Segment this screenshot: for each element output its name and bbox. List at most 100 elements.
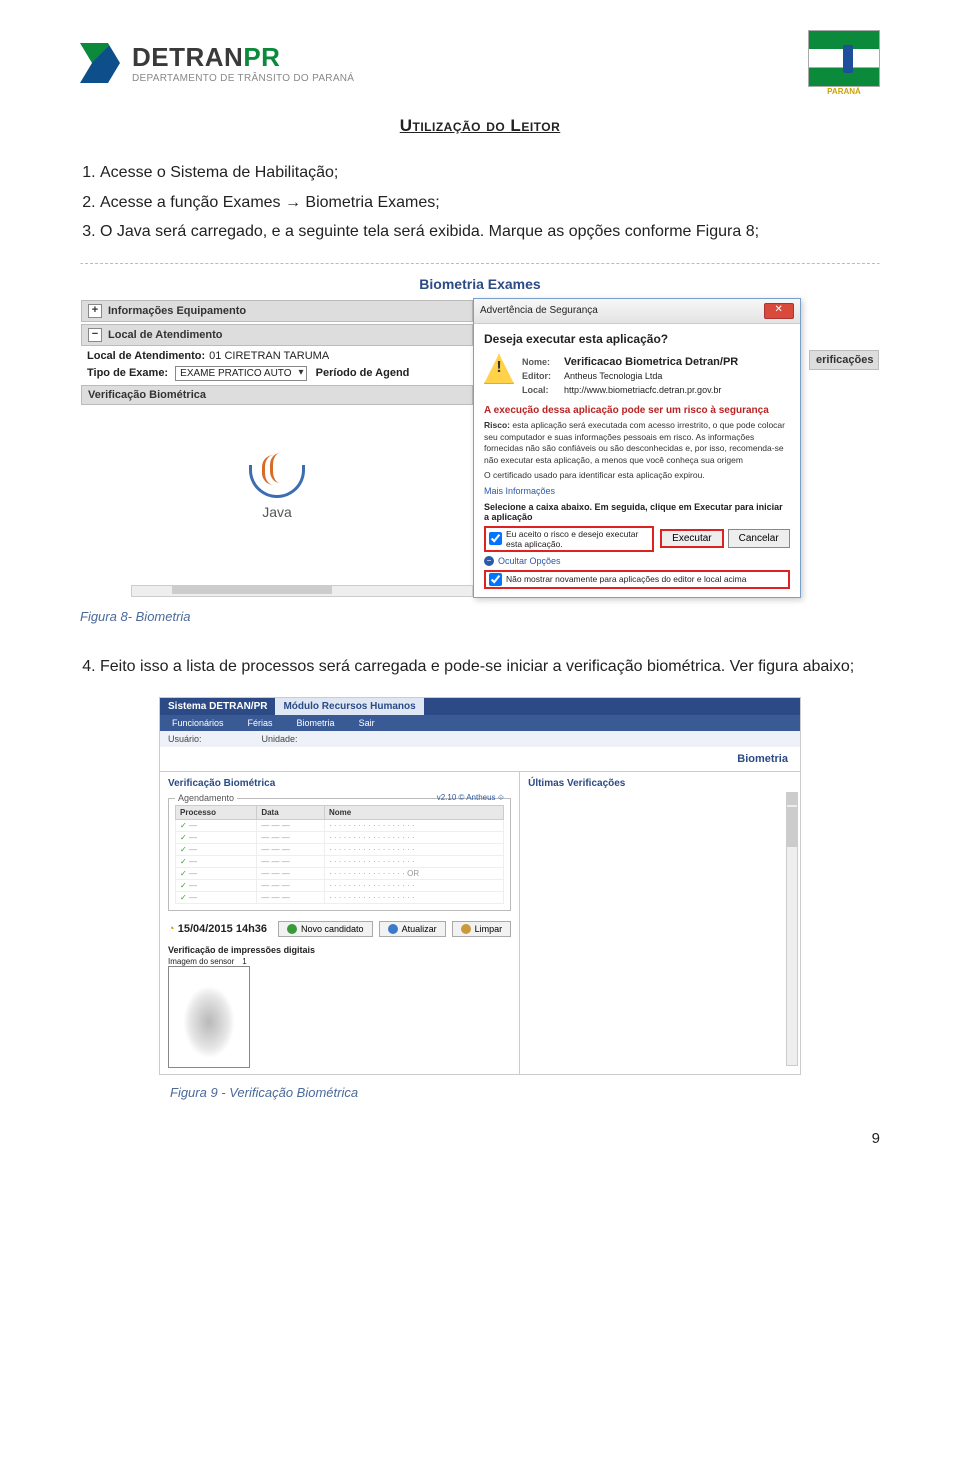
tab-sair[interactable]: Sair <box>347 715 387 731</box>
left-col-header: Verificação Biométrica <box>168 778 511 789</box>
brand-subtitle: DEPARTAMENTO DE TRÂNSITO DO PARANÁ <box>132 73 354 84</box>
list-item: O Java será carregado, e a seguinte tela… <box>100 219 880 245</box>
close-button[interactable]: ✕ <box>764 303 794 319</box>
process-table: Processo Data Nome —— — —· · · · · · · ·… <box>175 805 504 904</box>
clock-icon: ◔ <box>168 923 175 935</box>
vertical-scrollbar[interactable] <box>786 792 798 1066</box>
java-security-dialog: Advertência de Segurança ✕ Deseja execut… <box>473 298 801 598</box>
main-tabs: Funcionários Férias Biometria Sair <box>160 715 800 731</box>
dont-show-checkbox[interactable]: Não mostrar novamente para aplicações do… <box>484 570 790 589</box>
fieldset-legend: Agendamento <box>175 793 237 803</box>
doc-header: DETRANPR DEPARTAMENTO DE TRÂNSITO DO PAR… <box>80 30 880 96</box>
table-row[interactable]: —— — —· · · · · · · · · · · · · · · · · … <box>176 820 504 832</box>
cancel-button[interactable]: Cancelar <box>728 529 790 548</box>
list-item: Acesse a função Exames → Biometria Exame… <box>100 190 880 216</box>
horizontal-scrollbar[interactable] <box>131 585 473 597</box>
risk-label: Risco: <box>484 420 510 430</box>
select-instruction: Selecione a caixa abaixo. Em seguida, cl… <box>484 502 790 522</box>
execute-button[interactable]: Executar <box>660 529 723 548</box>
page-number: 9 <box>80 1130 880 1147</box>
section-label: Informações Equipamento <box>108 305 246 317</box>
refresh-icon <box>388 924 398 934</box>
java-cup-icon <box>249 465 305 498</box>
tab-ferias[interactable]: Férias <box>236 715 285 731</box>
app-titlebar: Sistema DETRAN/PR Módulo Recursos Humano… <box>160 698 800 715</box>
right-col-header: Últimas Verificações <box>528 778 792 789</box>
tab-funcionarios[interactable]: Funcionários <box>160 715 236 731</box>
table-row[interactable]: —— — —· · · · · · · · · · · · · · · · OR <box>176 868 504 880</box>
table-row[interactable]: —— — —· · · · · · · · · · · · · · · · · … <box>176 844 504 856</box>
unit-label: Unidade: <box>262 734 298 744</box>
button-label: Novo candidato <box>301 924 364 934</box>
checkbox-input[interactable] <box>489 573 502 586</box>
section-label: Local de Atendimento <box>108 329 223 341</box>
button-label: Limpar <box>475 924 503 934</box>
name-label: Nome: <box>522 356 564 370</box>
app-page-title: Biometria <box>160 747 800 771</box>
antheus-icon: ⟐ <box>498 793 504 802</box>
collapse-icon[interactable]: − <box>88 328 102 342</box>
expand-icon[interactable]: + <box>88 304 102 318</box>
table-row[interactable]: —— — —· · · · · · · · · · · · · · · · · … <box>176 856 504 868</box>
tipo-label: Tipo de Exame: <box>87 367 168 379</box>
more-info-link[interactable]: Mais Informações <box>484 486 790 496</box>
app-name: Verificacao Biometrica Detran/PR <box>564 356 738 368</box>
link-label: Ocultar Opções <box>498 556 561 566</box>
collapse-icon: − <box>484 556 494 566</box>
risk-warning: A execução dessa aplicação pode ser um r… <box>484 405 790 416</box>
brand-text: DETRAN <box>132 42 243 72</box>
brand-accent: PR <box>243 42 280 72</box>
accept-risk-checkbox[interactable]: Eu aceito o risco e desejo executar esta… <box>484 526 654 552</box>
table-row[interactable]: —— — —· · · · · · · · · · · · · · · · · … <box>176 880 504 892</box>
dialog-question: Deseja executar esta aplicação? <box>484 332 790 346</box>
warning-icon <box>484 354 514 384</box>
detran-logo: DETRANPR DEPARTAMENTO DE TRÂNSITO DO PAR… <box>80 42 354 84</box>
list-item: Feito isso a lista de processos será car… <box>100 654 880 680</box>
dialog-title: Advertência de Segurança <box>480 305 598 316</box>
detran-mark-icon <box>80 43 120 83</box>
figure-8-screenshot: Biometria Exames +Informações Equipament… <box>80 263 880 599</box>
parana-logo: PARANÁ <box>808 30 880 96</box>
system-name: Sistema DETRAN/PR <box>160 698 275 715</box>
tab-biometria[interactable]: Biometria <box>285 715 347 731</box>
section-info-equip[interactable]: + Informações Equipamento <box>81 300 473 322</box>
clear-button[interactable]: Limpar <box>452 921 512 937</box>
editor-label: Editor: <box>522 370 564 384</box>
table-row[interactable]: —— — —· · · · · · · · · · · · · · · · · … <box>176 892 504 904</box>
module-name: Módulo Recursos Humanos <box>275 698 423 715</box>
refresh-button[interactable]: Atualizar <box>379 921 446 937</box>
local-value: 01 CIRETRAN TARUMA <box>209 350 329 362</box>
button-label: Atualizar <box>402 924 437 934</box>
section-verificacoes: erificações <box>809 350 879 370</box>
java-label: Java <box>232 504 322 520</box>
list-item: Acesse o Sistema de Habilitação; <box>100 160 880 186</box>
checkbox-input[interactable] <box>489 532 502 545</box>
col-nome[interactable]: Nome <box>324 806 503 820</box>
figure-9-caption: Figura 9 - Verificação Biométrica <box>170 1085 880 1100</box>
user-label: Usuário: <box>168 734 202 744</box>
sensor-number: 1 <box>242 957 246 966</box>
section-local-atend[interactable]: −Local de Atendimento <box>81 324 473 346</box>
agendamento-fieldset: Agendamento v2.10 © Antheus ⟐ Processo D… <box>168 793 511 911</box>
editor-value: Antheus Tecnologia Ltda <box>564 371 662 381</box>
parana-label: PARANÁ <box>808 87 880 96</box>
local-label: Local de Atendimento: <box>87 350 205 362</box>
tipo-exame-select[interactable]: EXAME PRATICO AUTO <box>175 366 306 381</box>
steps-list-cont: Feito isso a lista de processos será car… <box>100 654 880 680</box>
figure-8-caption: Figura 8- Biometria <box>80 609 880 624</box>
col-processo[interactable]: Processo <box>176 806 257 820</box>
section-verif-bio[interactable]: Verificação Biométrica <box>81 385 473 405</box>
local-label: Local: <box>522 384 564 398</box>
risk-text: esta aplicação será executada com acesso… <box>484 420 785 464</box>
clear-icon <box>461 924 471 934</box>
new-candidate-button[interactable]: Novo candidato <box>278 921 373 937</box>
col-data[interactable]: Data <box>257 806 325 820</box>
table-row[interactable]: —— — —· · · · · · · · · · · · · · · · · … <box>176 832 504 844</box>
add-icon <box>287 924 297 934</box>
periodo-label: Período de Agend <box>316 367 410 379</box>
scrollbar-thumb[interactable] <box>787 807 797 847</box>
section-label: Verificação Biométrica <box>88 389 206 401</box>
cert-text: O certificado usado para identificar est… <box>484 470 790 481</box>
section-title: Utilização do Leitor <box>80 116 880 136</box>
hide-options-link[interactable]: −Ocultar Opções <box>484 556 790 566</box>
